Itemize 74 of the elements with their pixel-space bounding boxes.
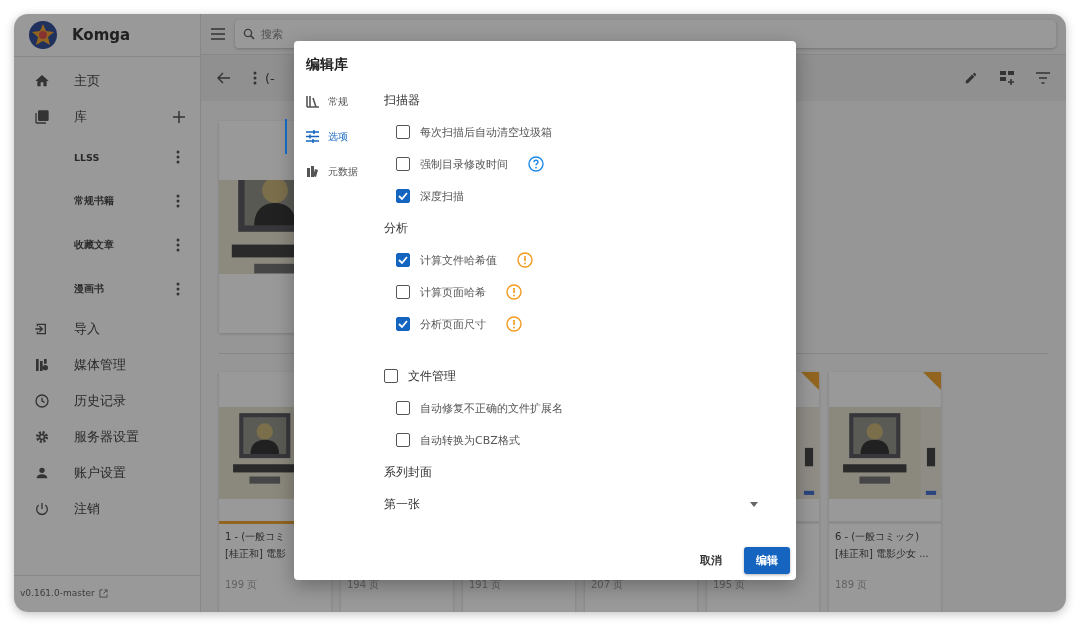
pencil-icon[interactable] [964, 71, 978, 86]
help-icon[interactable] [528, 156, 544, 172]
section-heading: 扫描器 [384, 91, 421, 109]
checkbox-label[interactable]: 文件管理 [408, 368, 456, 384]
tab[interactable]: 元数据 [285, 154, 384, 189]
nav-item[interactable]: 注销 [74, 500, 100, 518]
checkbox[interactable] [396, 253, 410, 267]
library-icon [306, 165, 319, 178]
add-to-collection-icon[interactable] [1000, 71, 1014, 86]
checkbox[interactable] [396, 157, 410, 171]
nav-item[interactable]: 媒体管理 [74, 356, 126, 374]
checkbox[interactable] [396, 401, 410, 415]
person-icon[interactable] [34, 465, 50, 481]
library-icon[interactable] [34, 109, 50, 125]
books-icon [306, 95, 319, 108]
settings-icon[interactable] [34, 429, 50, 445]
checkbox[interactable] [396, 189, 410, 203]
library-item[interactable]: LLSS [74, 151, 100, 163]
library-item[interactable]: 常规书籍 [74, 194, 114, 208]
checkbox-label[interactable]: 自动修复不正确的文件扩展名 [420, 400, 563, 416]
dialog-title: 编辑库 [305, 55, 349, 74]
search-field[interactable]: 搜索 [259, 26, 323, 42]
menu-icon[interactable] [211, 28, 225, 41]
media-icon[interactable] [34, 357, 50, 373]
sliders-icon [306, 130, 319, 143]
external-link-icon[interactable] [98, 588, 108, 598]
edit-button[interactable]: 编辑 [744, 547, 790, 574]
book-title: [桂正和] 電影少女 ... [835, 547, 930, 561]
checkbox-label[interactable]: 分析页面尺寸 [420, 316, 486, 332]
more-icon[interactable] [253, 71, 257, 86]
filter-icon[interactable] [1036, 72, 1050, 85]
section-heading: 系列封面 [384, 463, 433, 481]
book-title: 6 - (一般コミック) [835, 530, 921, 544]
app-name: Komga [72, 26, 131, 44]
clock-icon[interactable] [34, 393, 50, 409]
logo-icon [28, 20, 58, 50]
section-heading: 分析 [384, 219, 409, 237]
nav-item[interactable]: 库 [74, 108, 87, 126]
caret-icon [750, 501, 758, 507]
select-field[interactable]: 第一张 [384, 488, 774, 520]
checkbox[interactable] [396, 125, 410, 139]
checkbox-label[interactable]: 每次扫描后自动清空垃圾箱 [420, 124, 552, 140]
checkbox[interactable] [396, 433, 410, 447]
more-icon[interactable] [176, 194, 180, 208]
library-item[interactable]: 收藏文章 [74, 238, 114, 252]
checkbox-label[interactable]: 计算页面哈希 [420, 284, 486, 300]
checkbox[interactable] [396, 317, 410, 331]
cancel-button[interactable]: 取消 [688, 547, 734, 574]
tab[interactable]: 选项 [285, 119, 384, 154]
nav-item[interactable]: 导入 [74, 320, 100, 338]
back-arrow-icon[interactable] [217, 72, 231, 85]
version-link[interactable]: v0.161.0-master [20, 588, 95, 598]
more-icon[interactable] [176, 282, 180, 296]
more-icon[interactable] [176, 150, 180, 164]
power-icon[interactable] [34, 501, 50, 517]
nav-item[interactable]: 主页 [74, 72, 100, 90]
nav-item[interactable]: 账户设置 [74, 464, 126, 482]
nav-item[interactable]: 历史记录 [74, 392, 126, 410]
library-item[interactable]: 漫画书 [74, 282, 104, 296]
more-icon[interactable] [176, 238, 180, 252]
checkbox-label[interactable]: 计算文件哈希值 [420, 252, 497, 268]
nav-item[interactable]: 服务器设置 [74, 428, 139, 446]
search-icon [243, 28, 255, 41]
add-icon[interactable] [172, 110, 186, 124]
home-icon[interactable] [34, 73, 50, 89]
checkbox[interactable] [384, 369, 398, 383]
checkbox-label[interactable]: 强制目录修改时间 [420, 156, 508, 172]
checkbox-label[interactable]: 自动转换为CBZ格式 [420, 432, 520, 448]
checkbox[interactable] [396, 285, 410, 299]
book-title: 1 - (一般コミ [225, 530, 287, 544]
checkbox-label[interactable]: 深度扫描 [420, 188, 464, 204]
book-title: [桂正和] 電影 [225, 547, 287, 561]
tab[interactable]: 常规 [285, 84, 384, 119]
series-title: (- [265, 70, 275, 86]
